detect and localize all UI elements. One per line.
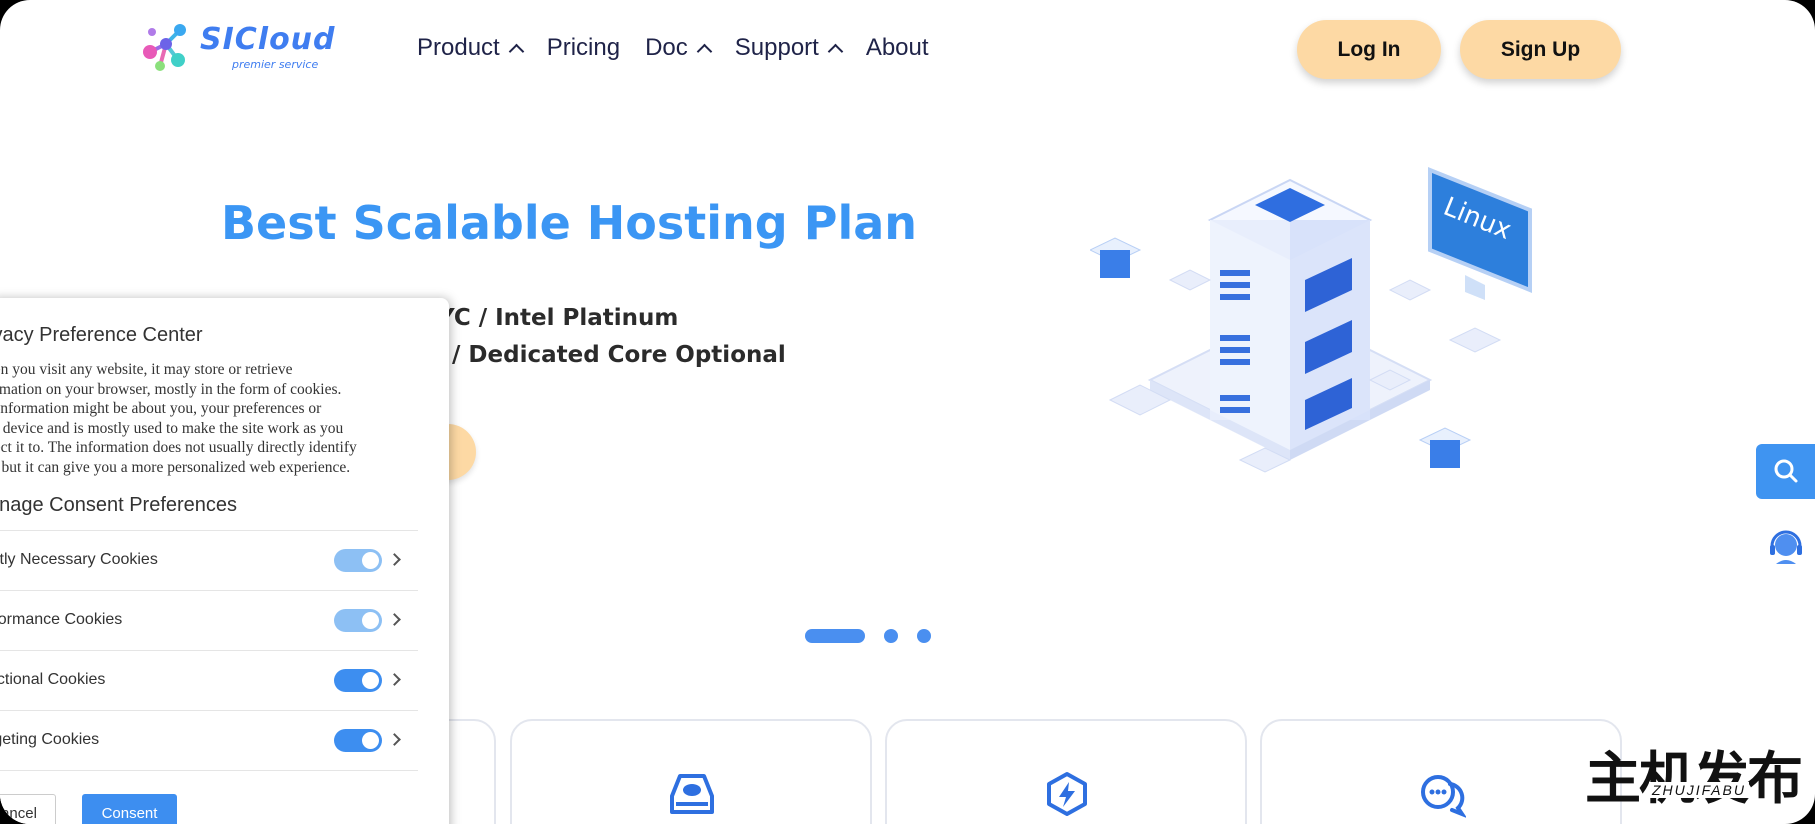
cookie-category-label: nctional Cookies (0, 671, 106, 688)
privacy-desc-line: u, but it can give you a more personaliz… (0, 458, 351, 476)
privacy-panel-description: hen you visit any website, it may store … (0, 360, 418, 477)
toggle-knob (362, 672, 379, 689)
toggle-knob (362, 552, 379, 569)
privacy-preference-panel: ivacy Preference Center hen you visit an… (0, 298, 449, 824)
nav-about[interactable]: About (866, 34, 929, 62)
main-nav: Product Pricing Doc Support About (417, 34, 954, 62)
nav-support-label: Support (734, 34, 819, 61)
hero-feature-line-2: / Dedicated Core Optional (452, 342, 786, 368)
carousel-dot-2[interactable] (884, 629, 898, 643)
manage-consent-title: anage Consent Preferences (0, 494, 238, 516)
cookie-category-necessary[interactable]: ictly Necessary Cookies (0, 531, 418, 591)
privacy-panel-title: ivacy Preference Center (0, 324, 203, 346)
cookie-category-label: ictly Necessary Cookies (0, 551, 158, 568)
floating-support-button[interactable] (1766, 528, 1806, 568)
sicloud-logo[interactable]: SICloud premier service (136, 16, 356, 76)
carousel-dot-1[interactable] (805, 629, 865, 643)
cookie-category-functional[interactable]: nctional Cookies (0, 651, 418, 711)
signup-button[interactable]: Sign Up (1460, 20, 1621, 79)
toggle-switch[interactable] (334, 609, 382, 632)
watermark-latin: ZHUJIFABU (1649, 782, 1749, 798)
watermark-chinese: 主机发布 (1585, 747, 1803, 812)
nav-product-label: Product (417, 34, 500, 61)
toggle-switch[interactable] (334, 729, 382, 752)
privacy-desc-line: hen you visit any website, it may store … (0, 361, 293, 378)
carousel-dot-3[interactable] (917, 629, 931, 643)
hero-title: Best Scalable Hosting Plan (221, 196, 917, 250)
chevron-up-icon (508, 43, 524, 60)
chevron-up-icon (696, 43, 713, 60)
nav-product[interactable]: Product (417, 34, 524, 62)
server-rack-icon (1207, 178, 1373, 450)
search-icon (1774, 459, 1798, 483)
cancel-button[interactable]: ancel (0, 794, 56, 824)
feature-card-support[interactable] (1260, 719, 1622, 824)
privacy-desc-line: pect it to. The information does not usu… (0, 439, 357, 456)
login-button[interactable]: Log In (1297, 20, 1441, 79)
privacy-desc-line: ur device and is mostly used to make the… (0, 419, 344, 437)
privacy-desc-line: s information might be about you, your p… (0, 400, 322, 417)
linux-monitor-icon: Linux (1428, 167, 1532, 300)
nav-about-label: About (865, 34, 929, 61)
chevron-right-icon (388, 553, 401, 566)
hero-feature-line-1: YC / Intel Platinum (438, 305, 679, 331)
nav-doc[interactable]: Doc (645, 34, 713, 62)
nav-pricing[interactable]: Pricing (547, 34, 620, 62)
chevron-up-icon (827, 43, 844, 60)
headset-agent-icon (1770, 530, 1802, 564)
chevron-right-icon (388, 613, 401, 626)
cookie-category-list: ictly Necessary Cookies rformance Cookie… (0, 530, 418, 771)
cookie-category-performance[interactable]: rformance Cookies (0, 591, 418, 651)
chevron-right-icon (388, 673, 401, 686)
chevron-right-icon (388, 733, 401, 746)
cookie-category-label: rgeting Cookies (0, 731, 100, 748)
lightning-shield-icon (1047, 772, 1087, 816)
chat-bubbles-icon (1421, 775, 1466, 818)
privacy-desc-line: ormation on your browser, mostly in the … (0, 380, 342, 398)
toggle-knob (362, 732, 379, 749)
logo-text: SICloud (200, 22, 336, 57)
watermark: 主机发布 ZHUJIFABU (1585, 734, 1803, 824)
logo-subtitle: premier service (232, 58, 319, 71)
page: SICloud premier service Product Pricing … (0, 0, 1815, 824)
nav-support[interactable]: Support (734, 34, 844, 62)
consent-button[interactable]: Consent (82, 794, 177, 824)
feature-card-speed[interactable] (885, 719, 1247, 824)
cookie-category-targeting[interactable]: rgeting Cookies (0, 711, 418, 771)
cookie-category-label: rformance Cookies (0, 611, 123, 628)
molecule-logo-icon (143, 24, 186, 71)
nav-doc-label: Doc (645, 34, 688, 61)
drive-icon (670, 774, 714, 814)
feature-card-storage[interactable] (510, 719, 872, 824)
toggle-switch[interactable] (334, 669, 382, 692)
server-illustration: Linux (1090, 167, 1532, 473)
toggle-switch[interactable] (334, 549, 382, 572)
floating-search-button[interactable] (1756, 444, 1815, 499)
toggle-knob (362, 612, 379, 629)
nav-pricing-label: Pricing (546, 34, 621, 61)
